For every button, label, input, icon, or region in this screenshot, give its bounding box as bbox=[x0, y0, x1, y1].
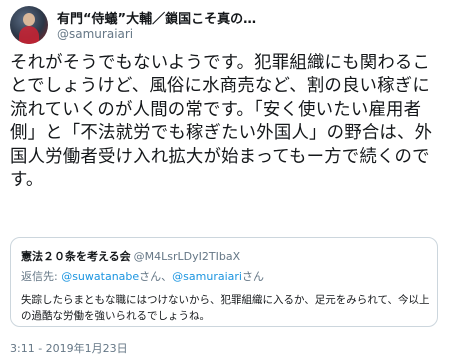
tweet-timestamp[interactable]: 3:11 - 2019年1月23日 bbox=[10, 340, 128, 356]
author-handle[interactable]: @samuraiari bbox=[57, 27, 133, 41]
reply-mention-suwatanabe[interactable]: @suwatanabe bbox=[61, 270, 139, 283]
quoted-tweet-text: 失踪したらまともな職にはつけないから、犯罪組織に入るか、足元をみられて、今以上の… bbox=[21, 294, 430, 322]
quoted-display-name[interactable]: 憲法２０条を考える会 bbox=[21, 250, 131, 263]
quoted-tweet[interactable]: 憲法２０条を考える会 @M4LsrLDyI2TIbaX 返信先: @suwatan… bbox=[10, 237, 438, 327]
author-display-name[interactable]: 有門“侍蟻”大輔／鎖国こそ真の… bbox=[57, 8, 256, 27]
tweet-card: 有門“侍蟻”大輔／鎖国こそ真の… @samuraiari それがそうでもないよう… bbox=[0, 0, 449, 362]
reply-mention-samuraiari[interactable]: @samuraiari bbox=[172, 270, 242, 283]
tweet-text: それがそうでもないようです。犯罪組織にも関わることでしょうけど、風俗に水商売など… bbox=[10, 53, 433, 191]
quoted-author[interactable]: 憲法２０条を考える会 @M4LsrLDyI2TIbaX bbox=[21, 248, 240, 264]
avatar[interactable] bbox=[10, 6, 48, 44]
reply-suffix: さん bbox=[241, 270, 264, 283]
reply-context: 返信先: @suwatanabeさん、@samuraiariさん bbox=[21, 268, 264, 284]
quoted-handle[interactable]: @M4LsrLDyI2TIbaX bbox=[134, 250, 240, 263]
reply-prefix: 返信先: bbox=[21, 270, 62, 283]
reply-mid: さん、 bbox=[139, 270, 173, 283]
